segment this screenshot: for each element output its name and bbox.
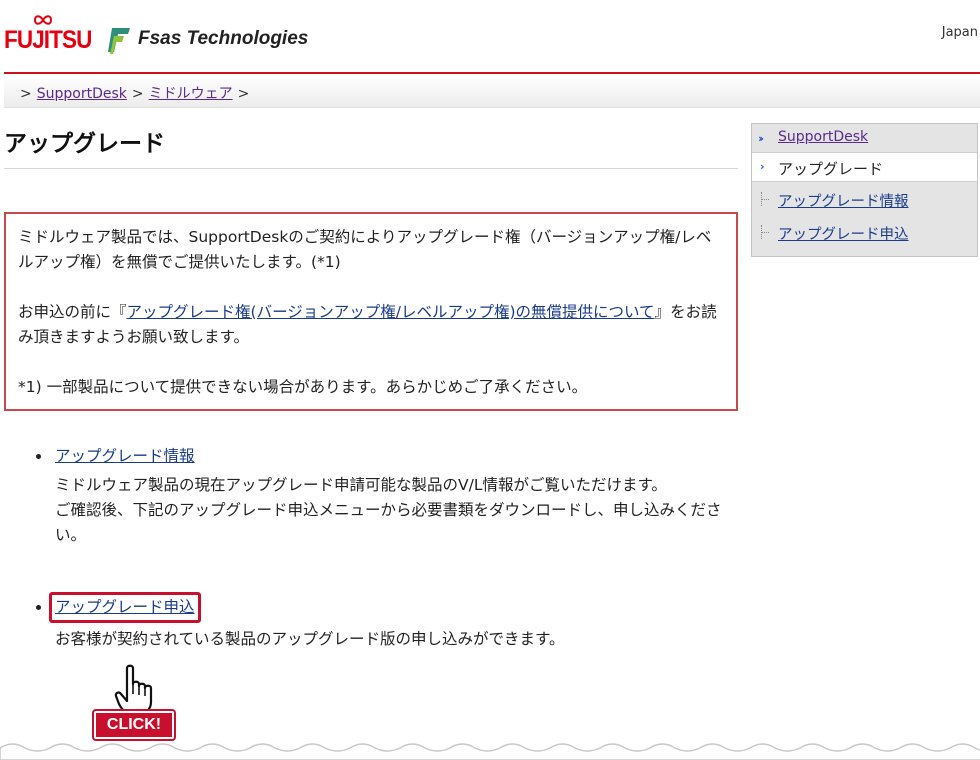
tree-branch-icon xyxy=(761,192,771,206)
list-item: アップグレード申込 お客様が契約されている製品のアップグレード版の申し込みができ… xyxy=(36,592,736,652)
brand-wordmark: FUJITSU xyxy=(4,26,92,54)
bullet xyxy=(36,454,41,459)
notice-box: ミドルウェア製品では、SupportDeskのご契約によりアップグレード権（バー… xyxy=(4,212,738,411)
breadcrumb: > SupportDesk > ミドルウェア > xyxy=(4,76,980,108)
item-description: ミドルウェア製品の現在アップグレード申請可能な製品のV/L情報がご覧いただけます… xyxy=(55,476,722,544)
region-label[interactable]: Japan xyxy=(942,25,978,40)
infinity-icon xyxy=(33,15,53,25)
fsas-logo-icon xyxy=(108,28,130,54)
breadcrumb-separator: > xyxy=(131,86,144,102)
breadcrumb-supportdesk[interactable]: SupportDesk xyxy=(37,86,127,102)
sidenav-item-current: › アップグレード xyxy=(752,152,977,182)
notice-reference: お申込の前に『アップグレード権(バージョンアップ権/レベルアップ権)の無償提供に… xyxy=(18,303,717,346)
notice-footnote: *1) 一部製品について提供できない場合があります。あらかじめご了承ください。 xyxy=(18,378,588,396)
torn-edge-decoration xyxy=(0,743,980,760)
sidenav-link-supportdesk[interactable]: SupportDesk xyxy=(778,129,868,145)
free-upgrade-info-link[interactable]: アップグレード権(バージョンアップ権/レベルアップ権)の無償提供について xyxy=(127,303,655,321)
item-description: お客様が契約されている製品のアップグレード版の申し込みができます。 xyxy=(55,630,565,648)
click-callout-badge: CLICK! xyxy=(94,711,174,739)
list-item: アップグレード情報 ミドルウェア製品の現在アップグレード申請可能な製品のV/L情… xyxy=(36,444,736,548)
side-navigation: ›› SupportDesk › アップグレード アップグレード情報 アップグレ… xyxy=(751,123,978,257)
header-divider xyxy=(4,72,980,74)
pointing-hand-icon xyxy=(114,664,153,716)
title-divider xyxy=(4,168,738,169)
company-name: Fsas Technologies xyxy=(138,28,309,49)
notice-text: ミドルウェア製品では、SupportDeskのご契約によりアップグレード権（バー… xyxy=(18,228,712,271)
page-title: アップグレード xyxy=(4,131,165,157)
upgrade-menu-list: アップグレード情報 ミドルウェア製品の現在アップグレード申請可能な製品のV/L情… xyxy=(36,444,736,652)
breadcrumb-separator: > xyxy=(20,86,32,102)
upgrade-info-link[interactable]: アップグレード情報 xyxy=(55,447,195,465)
tree-branch-icon xyxy=(761,225,771,239)
sidenav-link-upgrade-info[interactable]: アップグレード情報 xyxy=(778,194,909,210)
click-highlight-box: アップグレード申込 xyxy=(49,592,201,623)
sidenav-item-upgrade-info[interactable]: アップグレード情報 xyxy=(752,182,977,215)
bullet xyxy=(36,605,41,610)
upgrade-apply-link[interactable]: アップグレード申込 xyxy=(55,598,195,616)
sidenav-link-upgrade-apply[interactable]: アップグレード申込 xyxy=(778,227,909,243)
double-chevron-icon: ›› xyxy=(758,132,764,145)
breadcrumb-separator: > xyxy=(237,86,250,102)
breadcrumb-middleware[interactable]: ミドルウェア xyxy=(149,86,233,102)
sidenav-current-label: アップグレード xyxy=(778,160,884,178)
sidenav-item-supportdesk[interactable]: ›› SupportDesk xyxy=(752,124,977,152)
chevron-right-icon: › xyxy=(760,160,765,173)
sidenav-item-upgrade-apply[interactable]: アップグレード申込 xyxy=(752,215,977,248)
site-header: FUJITSU Fsas Technologies Japan xyxy=(0,0,980,74)
